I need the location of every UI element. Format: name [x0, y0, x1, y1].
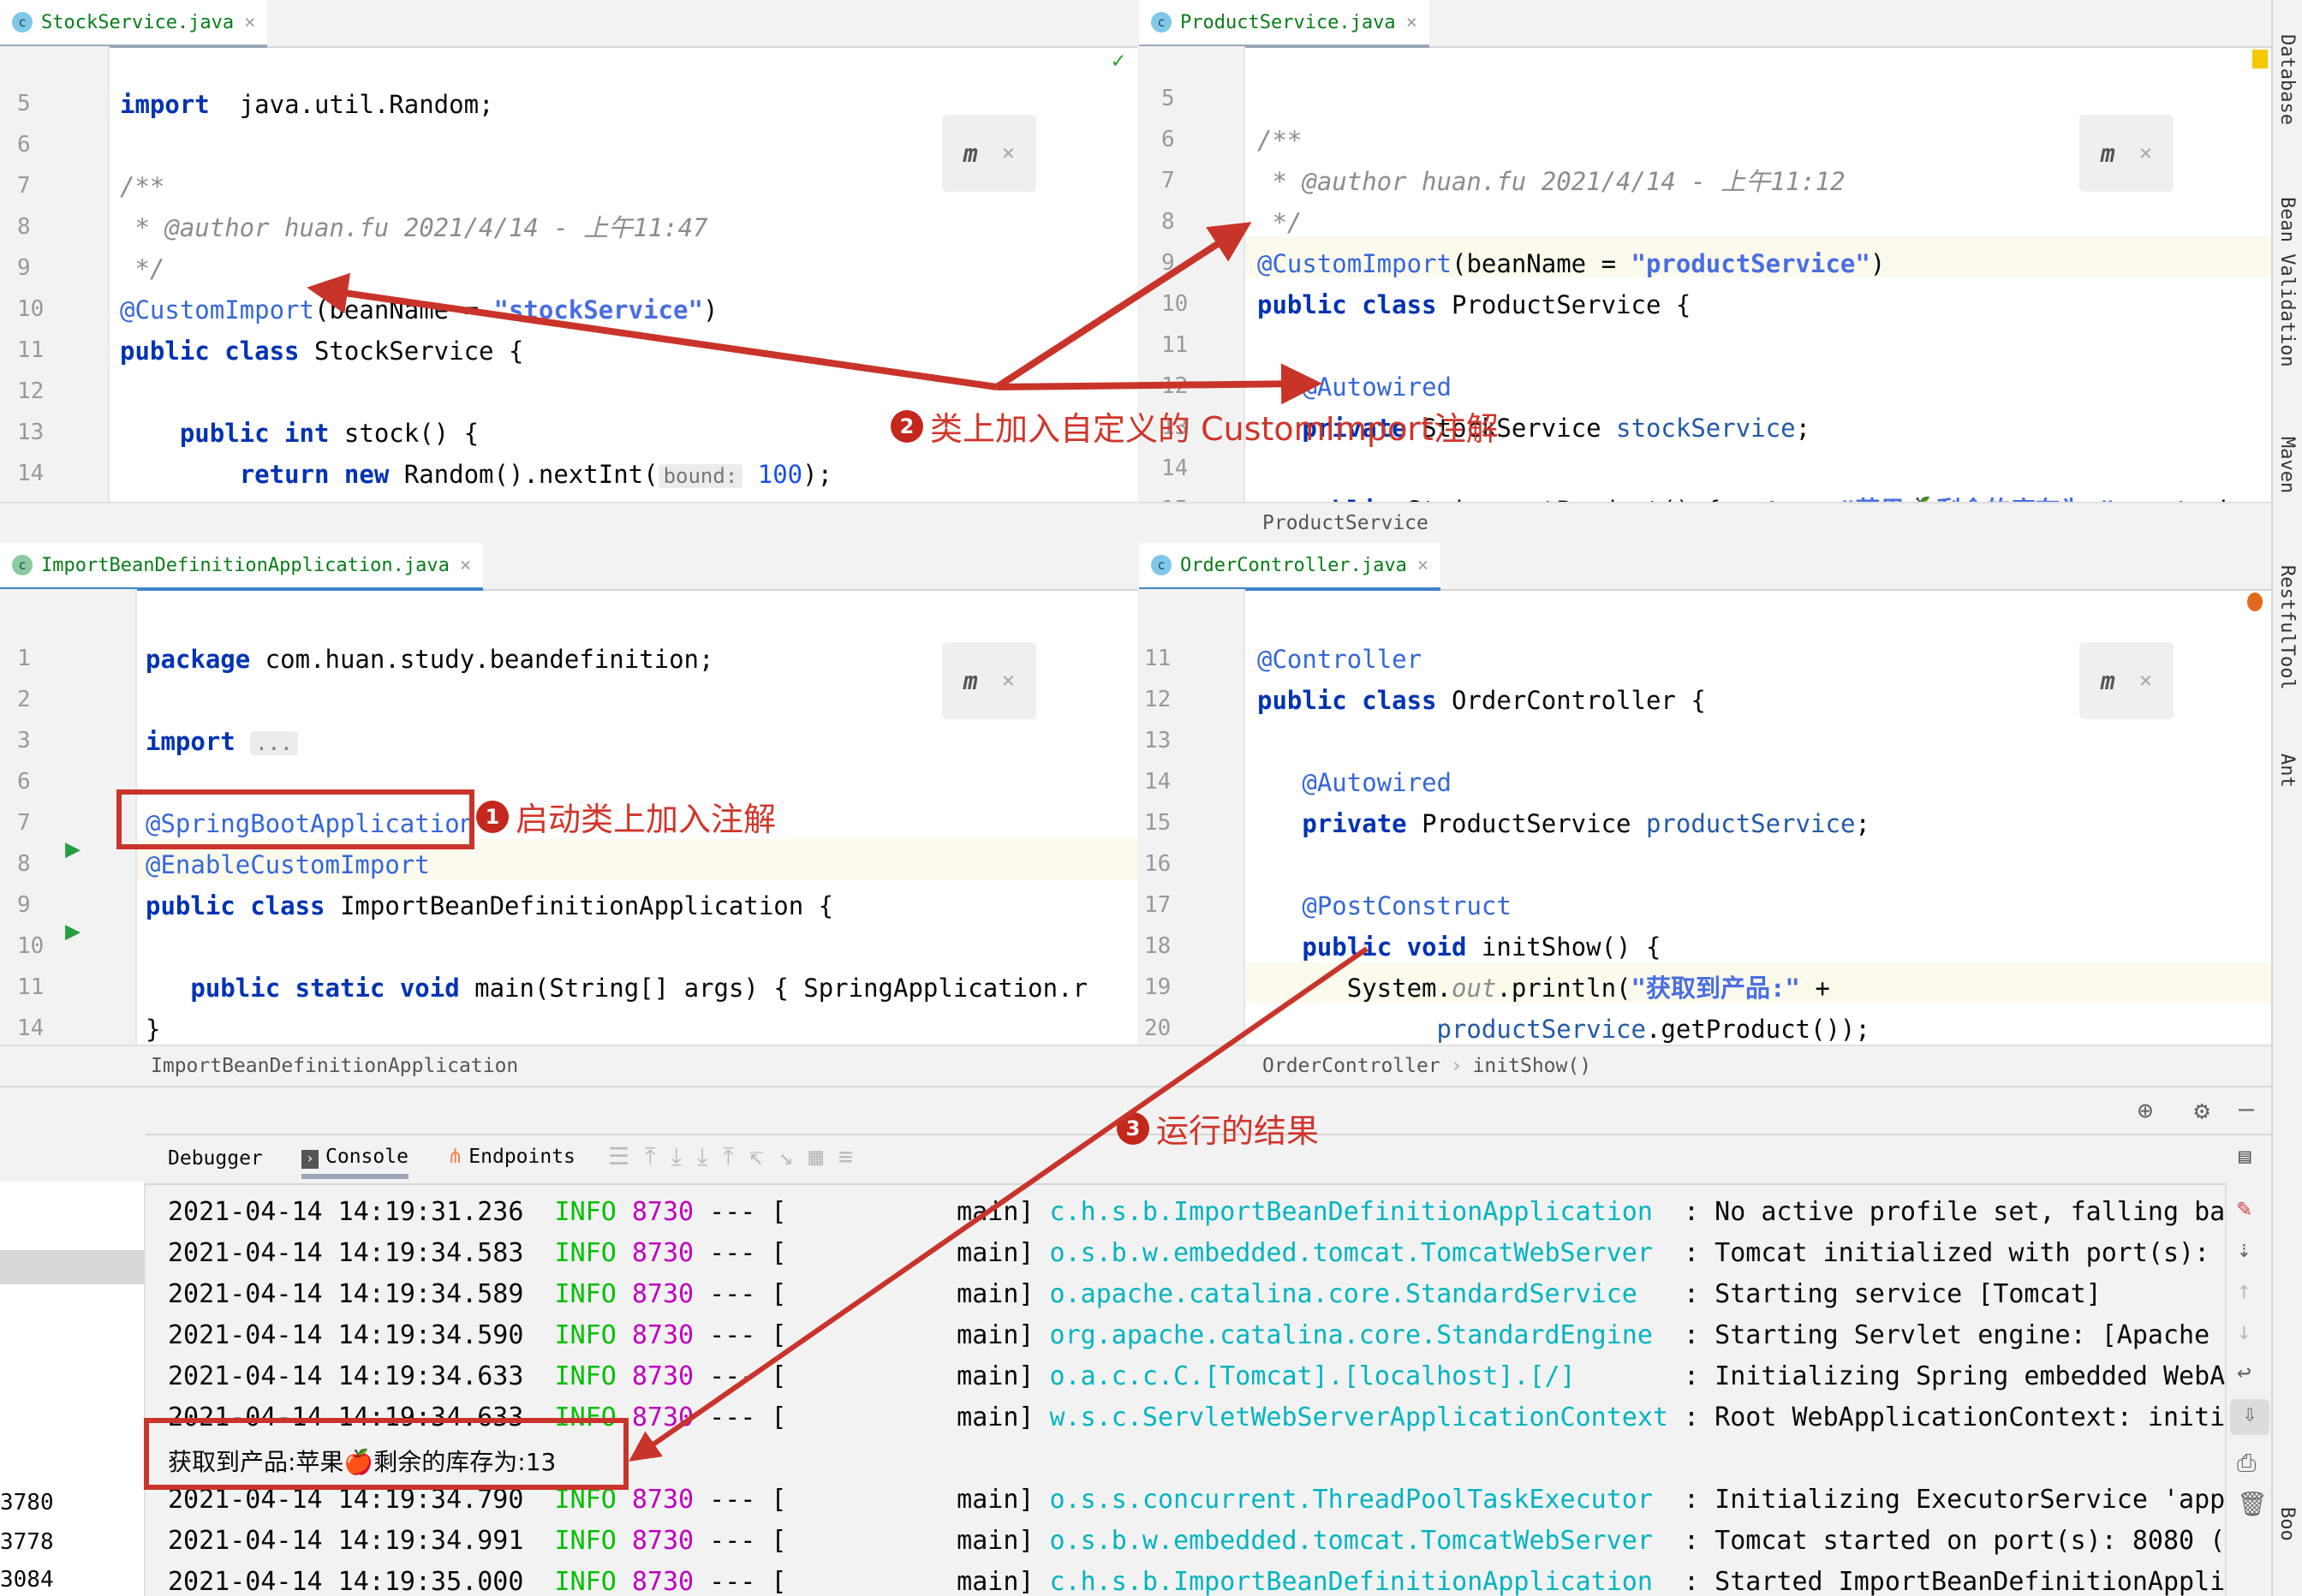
arrow-to-stock-field [996, 363, 1322, 405]
arrow-to-console-result [629, 946, 1369, 1462]
arrow-to-product-service [994, 222, 1252, 390]
annotation-arrows [307, 222, 1369, 1462]
arrow-to-stock-service [307, 272, 998, 390]
